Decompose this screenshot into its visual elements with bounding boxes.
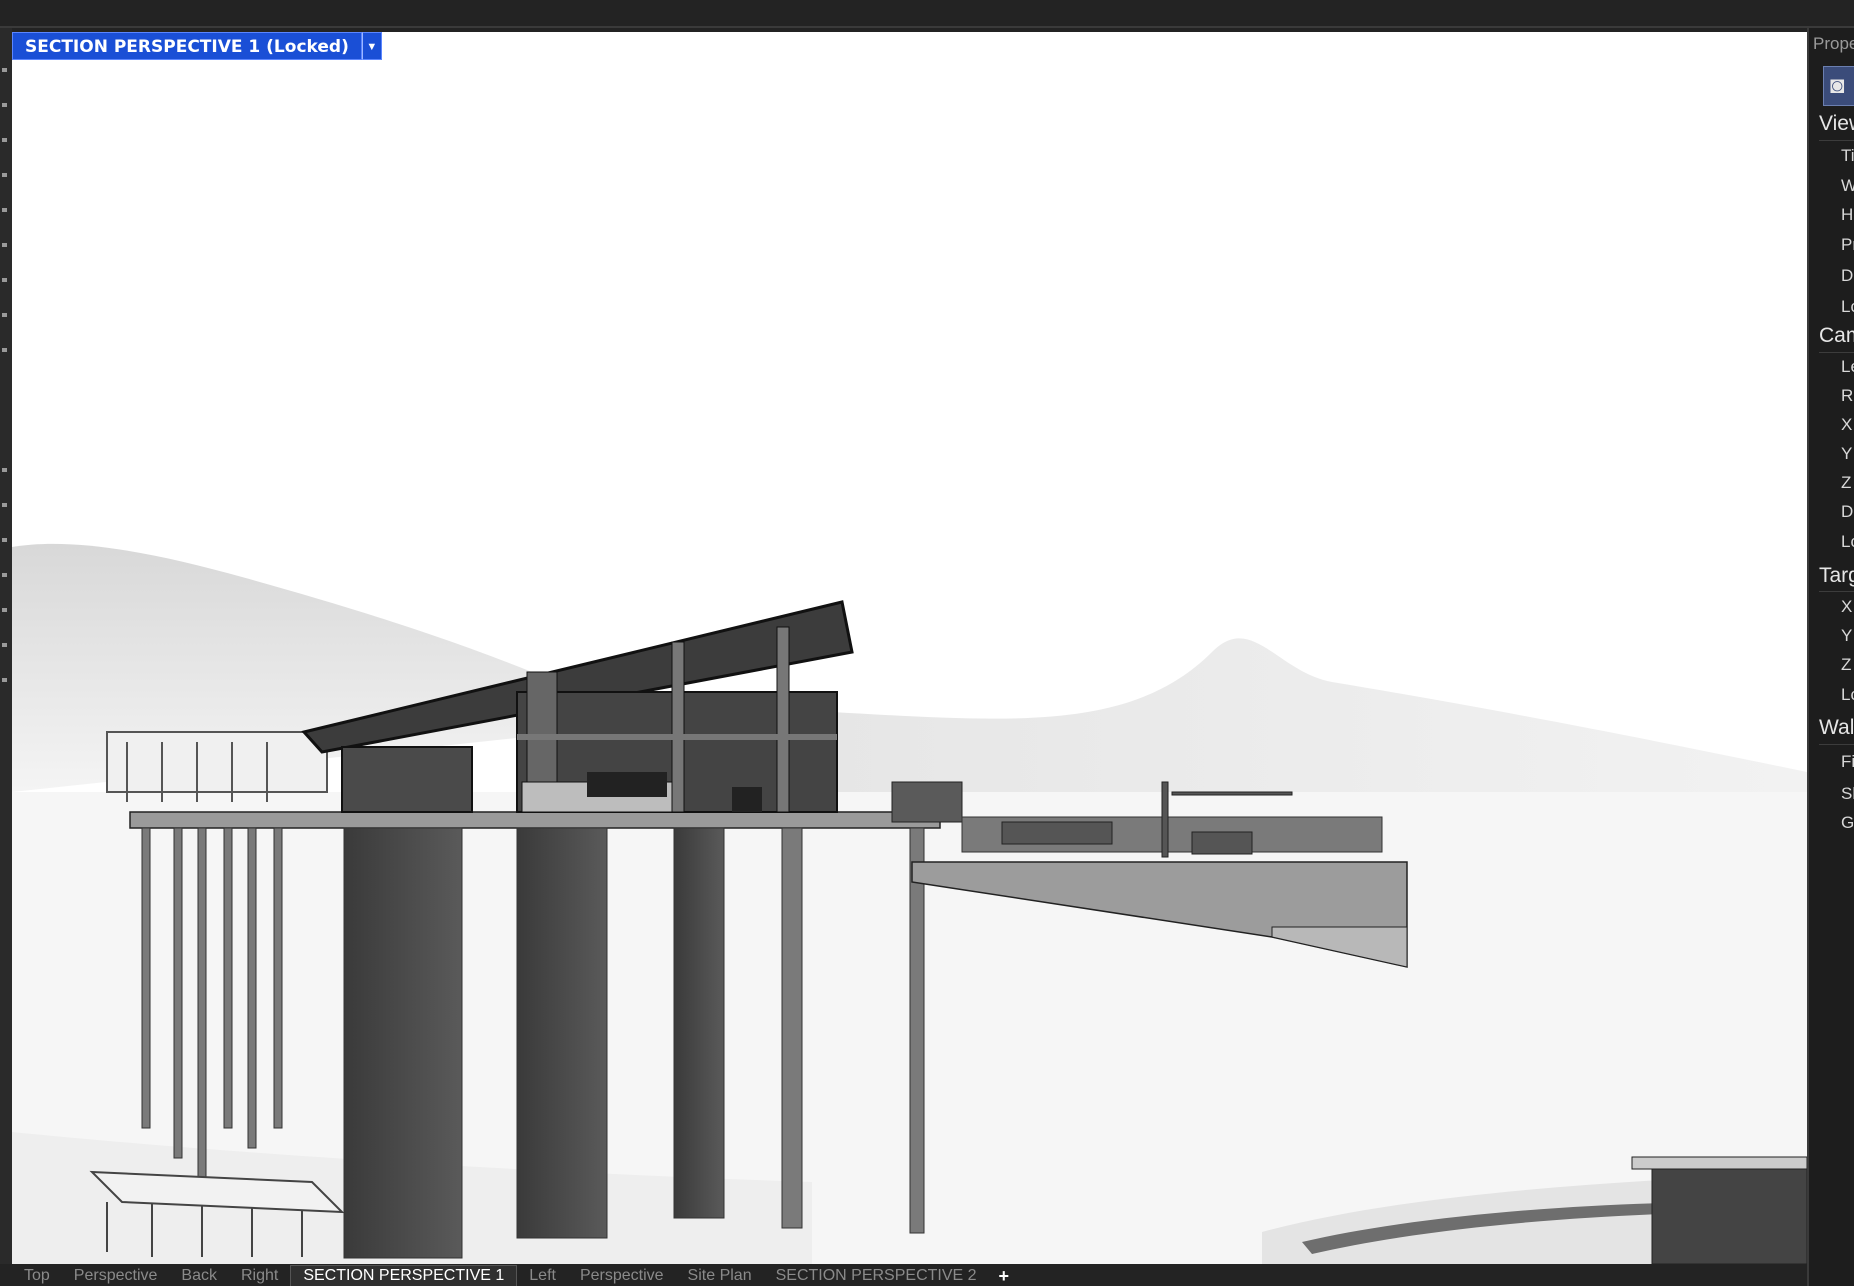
target-row-1[interactable]: X (1841, 597, 1852, 617)
view-row-6[interactable]: Lc (1841, 297, 1854, 317)
view-row-2[interactable]: W (1841, 176, 1854, 196)
tab-section-perspective-1[interactable]: SECTION PERSPECTIVE 1 (290, 1265, 518, 1286)
camera-row-2[interactable]: R (1841, 386, 1853, 406)
camera-row-1[interactable]: Le (1841, 357, 1854, 377)
section-target[interactable]: Targ (1819, 564, 1854, 588)
main-deck-slab (129, 811, 941, 829)
tab-perspective-2[interactable]: Perspective (568, 1266, 676, 1286)
tab-perspective[interactable]: Perspective (62, 1266, 170, 1286)
target-row-4[interactable]: Lc (1841, 685, 1854, 705)
target-row-2[interactable]: Y (1841, 626, 1852, 646)
bottom-right-structure (1631, 1156, 1807, 1264)
left-toolbar-strip[interactable] (0, 28, 12, 1264)
left-pavilion (106, 731, 328, 802)
camera-row-3[interactable]: X (1841, 415, 1852, 435)
add-tab-button[interactable]: + (989, 1266, 1020, 1286)
tab-left[interactable]: Left (517, 1266, 568, 1286)
tab-back[interactable]: Back (169, 1266, 229, 1286)
title-bar (0, 0, 1854, 28)
camera-row-5[interactable]: Z (1841, 473, 1851, 493)
scene-render (12, 543, 1807, 1264)
camera-row-7[interactable]: Lc (1841, 532, 1854, 552)
view-row-1[interactable]: Ti (1841, 146, 1854, 166)
view-row-3[interactable]: H (1841, 205, 1853, 225)
camera-icon[interactable]: ◙ (1823, 66, 1854, 106)
tab-top[interactable]: Top (12, 1266, 62, 1286)
view-row-5[interactable]: D (1841, 266, 1853, 286)
view-row-4[interactable]: Pr (1841, 235, 1854, 255)
section-wallpaper[interactable]: Wal (1819, 716, 1854, 740)
chevron-down-icon[interactable]: ▼ (361, 32, 382, 60)
section-view[interactable]: View (1819, 112, 1854, 136)
target-row-3[interactable]: Z (1841, 655, 1851, 675)
properties-panel: Prope ◙ View Ti W H Pr D Lc Cam Le R X Y… (1807, 28, 1854, 1286)
tab-site-plan[interactable]: Site Plan (676, 1266, 764, 1286)
viewport-title-label[interactable]: SECTION PERSPECTIVE 1 (Locked) (12, 32, 362, 60)
wallpaper-row-3[interactable]: G (1841, 813, 1854, 833)
properties-panel-title: Prope (1813, 34, 1854, 53)
tab-right[interactable]: Right (229, 1266, 290, 1286)
camera-row-6[interactable]: D (1841, 502, 1853, 522)
viewport-tabs: Top Perspective Back Right SECTION PERSP… (12, 1264, 1807, 1286)
wallpaper-row-2[interactable]: Sl (1841, 784, 1854, 804)
viewport[interactable]: SECTION PERSPECTIVE 1 (Locked) ▼ (12, 32, 1807, 1264)
camera-row-4[interactable]: Y (1841, 444, 1852, 464)
tab-section-perspective-2[interactable]: SECTION PERSPECTIVE 2 (764, 1266, 989, 1286)
wallpaper-row-1[interactable]: Fi (1841, 752, 1854, 772)
viewport-title[interactable]: SECTION PERSPECTIVE 1 (Locked) ▼ (12, 32, 382, 60)
section-camera[interactable]: Cam (1819, 324, 1854, 348)
